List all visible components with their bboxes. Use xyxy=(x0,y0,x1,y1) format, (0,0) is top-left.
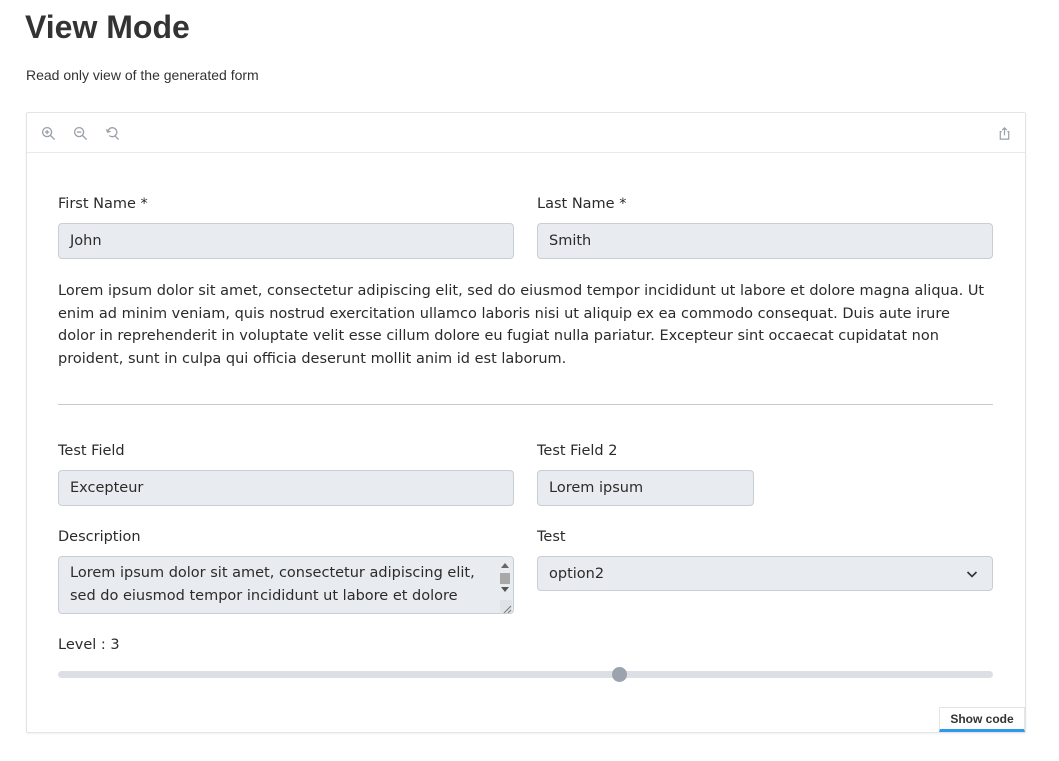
test-field-label: Test Field xyxy=(58,443,125,459)
test-field-input[interactable]: Excepteur xyxy=(58,470,514,506)
zoom-out-icon[interactable] xyxy=(72,125,88,141)
form-area: First Name * John Last Name * Smith Lore… xyxy=(27,154,1025,732)
last-name-field[interactable]: Smith xyxy=(537,223,993,259)
zoom-in-icon[interactable] xyxy=(40,125,56,141)
preview-toolbar xyxy=(27,113,1025,153)
level-slider[interactable] xyxy=(58,667,993,682)
chevron-down-icon xyxy=(966,571,978,578)
first-name-field[interactable]: John xyxy=(58,223,514,259)
share-icon[interactable] xyxy=(996,125,1012,141)
test-field-2-input[interactable]: Lorem ipsum xyxy=(537,470,754,506)
scroll-down-arrow-icon[interactable] xyxy=(501,587,509,592)
test-select-label: Test xyxy=(537,529,566,545)
form-preview-frame: First Name * John Last Name * Smith Lore… xyxy=(26,112,1026,733)
scroll-up-arrow-icon[interactable] xyxy=(501,563,509,568)
scroll-thumb[interactable] xyxy=(500,573,510,584)
page-subtitle: Read only view of the generated form xyxy=(26,67,259,83)
show-code-button[interactable]: Show code xyxy=(939,707,1025,732)
description-text: Lorem ipsum dolor sit amet, consectetur … xyxy=(70,565,475,604)
description-label: Description xyxy=(58,529,141,545)
test-field-2-label: Test Field 2 xyxy=(537,443,618,459)
reset-zoom-icon[interactable] xyxy=(104,125,120,141)
page-title: View Mode xyxy=(25,9,190,45)
description-textarea[interactable]: Lorem ipsum dolor sit amet, consectetur … xyxy=(58,556,514,614)
test-select[interactable]: option2 xyxy=(537,556,993,591)
resize-handle-icon[interactable] xyxy=(500,600,512,613)
section-divider xyxy=(58,404,993,405)
test-select-value: option2 xyxy=(549,565,605,582)
level-label: Level : 3 xyxy=(58,637,120,653)
last-name-label: Last Name * xyxy=(537,196,627,212)
first-name-label: First Name * xyxy=(58,196,148,212)
lorem-paragraph: Lorem ipsum dolor sit amet, consectetur … xyxy=(58,283,985,367)
level-slider-thumb[interactable] xyxy=(612,667,627,682)
